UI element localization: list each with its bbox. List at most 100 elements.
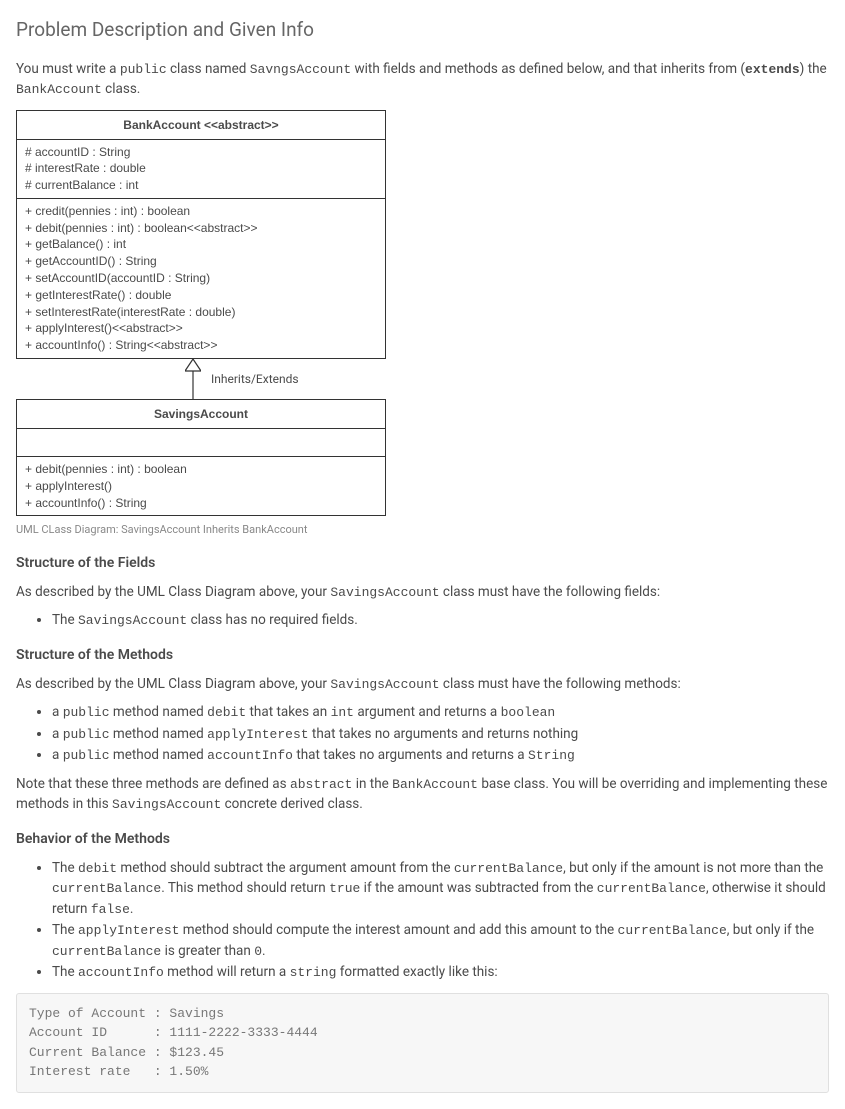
code-savingsaccount: SavingsAccount bbox=[330, 585, 439, 600]
text: method should compute the interest amoun… bbox=[179, 922, 617, 938]
behavior-list: The debit method should subtract the arg… bbox=[16, 858, 829, 983]
code-savingsaccount: SavingsAccount bbox=[330, 677, 439, 692]
text: that takes no arguments and returns a bbox=[293, 747, 528, 763]
uml-field: # accountID : String bbox=[25, 144, 377, 161]
fields-list: The SavingsAccount class has no required… bbox=[16, 610, 829, 631]
text: As described by the UML Class Diagram ab… bbox=[16, 584, 330, 600]
page-title: Problem Description and Given Info bbox=[16, 16, 829, 45]
uml-diagram: BankAccount <<abstract>> # accountID : S… bbox=[16, 110, 829, 517]
text: The bbox=[52, 612, 78, 628]
code-currentbalance: currentBalance bbox=[454, 861, 563, 876]
text: , but only if the bbox=[727, 922, 814, 938]
code-zero: 0 bbox=[254, 944, 262, 959]
text: is greater than bbox=[161, 943, 254, 959]
text: The bbox=[52, 922, 78, 938]
uml-bankaccount-fields: # accountID : String # interestRate : do… bbox=[17, 140, 385, 199]
uml-method: + getBalance() : int bbox=[25, 236, 377, 253]
text: that takes no arguments and returns noth… bbox=[309, 726, 579, 742]
code-extends: extends bbox=[745, 62, 800, 77]
text: concrete derived class. bbox=[221, 796, 363, 812]
fields-intro: As described by the UML Class Diagram ab… bbox=[16, 582, 829, 603]
uml-savingsaccount-box: SavingsAccount + debit(pennies : int) : … bbox=[16, 399, 386, 516]
text: that takes an bbox=[246, 704, 330, 720]
code-int: int bbox=[331, 705, 354, 720]
text: You must write a bbox=[16, 61, 120, 77]
text: method named bbox=[110, 747, 208, 763]
text: Note that these three methods are define… bbox=[16, 776, 290, 792]
uml-caption: UML CLass Diagram: SavingsAccount Inheri… bbox=[16, 522, 829, 539]
code-string: string bbox=[290, 965, 337, 980]
output-codeblock: Type of Account : Savings Account ID : 1… bbox=[16, 993, 829, 1093]
code-debit: debit bbox=[78, 861, 117, 876]
uml-bankaccount-methods: + credit(pennies : int) : boolean + debi… bbox=[17, 199, 385, 358]
list-item: The applyInterest method should compute … bbox=[52, 920, 829, 961]
text: The bbox=[52, 964, 78, 980]
text: a bbox=[52, 747, 63, 763]
behavior-heading: Behavior of the Methods bbox=[16, 829, 829, 850]
code-public: public bbox=[63, 705, 110, 720]
code-string: String bbox=[528, 748, 575, 763]
code-true: true bbox=[329, 881, 360, 896]
code-bankaccount: BankAccount bbox=[392, 777, 478, 792]
uml-method: + applyInterest() bbox=[25, 478, 377, 495]
intro-paragraph: You must write a public class named Savn… bbox=[16, 59, 829, 100]
uml-method: + accountInfo() : String<<abstract>> bbox=[25, 337, 377, 354]
code-boolean: boolean bbox=[501, 705, 556, 720]
uml-method: + getAccountID() : String bbox=[25, 253, 377, 270]
text: As described by the UML Class Diagram ab… bbox=[16, 676, 330, 692]
code-accountinfo: accountInfo bbox=[78, 965, 164, 980]
list-item: a public method named accountInfo that t… bbox=[52, 745, 829, 766]
code-public: public bbox=[63, 727, 110, 742]
list-item: The SavingsAccount class has no required… bbox=[52, 610, 829, 631]
uml-method: + getInterestRate() : double bbox=[25, 287, 377, 304]
arrow-up-icon bbox=[185, 359, 201, 399]
list-item: a public method named applyInterest that… bbox=[52, 724, 829, 745]
uml-savingsaccount-title: SavingsAccount bbox=[17, 400, 385, 429]
uml-savingsaccount-fields bbox=[17, 429, 385, 457]
code-public: public bbox=[120, 62, 167, 77]
code-debit: debit bbox=[207, 705, 246, 720]
list-item: The debit method should subtract the arg… bbox=[52, 858, 829, 920]
text: if the amount was subtracted from the bbox=[360, 880, 596, 896]
text: class has no required fields. bbox=[187, 612, 358, 628]
note-paragraph: Note that these three methods are define… bbox=[16, 774, 829, 815]
uml-method: + credit(pennies : int) : boolean bbox=[25, 203, 377, 220]
text: with fields and methods as defined below… bbox=[351, 61, 745, 77]
code-savngsaccount: SavngsAccount bbox=[250, 62, 351, 77]
uml-bankaccount-title: BankAccount <<abstract>> bbox=[17, 111, 385, 140]
arrow-graphic bbox=[16, 359, 201, 399]
methods-list: a public method named debit that takes a… bbox=[16, 702, 829, 766]
code-abstract: abstract bbox=[290, 777, 352, 792]
text: a bbox=[52, 726, 63, 742]
text: , but only if the amount is not more tha… bbox=[563, 860, 823, 876]
fields-heading: Structure of the Fields bbox=[16, 553, 829, 574]
text: class named bbox=[167, 61, 250, 77]
code-false: false bbox=[91, 902, 130, 917]
uml-method: + setInterestRate(interestRate : double) bbox=[25, 304, 377, 321]
list-item: a public method named debit that takes a… bbox=[52, 702, 829, 723]
text: The bbox=[52, 860, 78, 876]
text: formatted exactly like this: bbox=[336, 964, 497, 980]
uml-field: # currentBalance : int bbox=[25, 177, 377, 194]
code-applyinterest: applyInterest bbox=[207, 727, 308, 742]
code-accountinfo: accountInfo bbox=[207, 748, 293, 763]
text: method should subtract the argument amou… bbox=[117, 860, 454, 876]
code-currentbalance: currentBalance bbox=[597, 881, 706, 896]
code-currentbalance: currentBalance bbox=[618, 923, 727, 938]
code-public: public bbox=[63, 748, 110, 763]
methods-intro: As described by the UML Class Diagram ab… bbox=[16, 674, 829, 695]
uml-arrow-label: Inherits/Extends bbox=[201, 370, 299, 388]
uml-savingsaccount-methods: + debit(pennies : int) : boolean + apply… bbox=[17, 457, 385, 515]
code-savingsaccount: SavingsAccount bbox=[112, 797, 221, 812]
text: class. bbox=[102, 81, 141, 97]
uml-method: + applyInterest()<<abstract>> bbox=[25, 320, 377, 337]
text: . bbox=[262, 943, 266, 959]
code-bankaccount: BankAccount bbox=[16, 82, 102, 97]
methods-heading: Structure of the Methods bbox=[16, 645, 829, 666]
code-currentbalance: currentBalance bbox=[52, 881, 161, 896]
uml-method: + accountInfo() : String bbox=[25, 495, 377, 512]
text: a bbox=[52, 704, 63, 720]
code-currentbalance: currentBalance bbox=[52, 944, 161, 959]
uml-inherits-arrow: Inherits/Extends bbox=[16, 359, 386, 399]
text: ) the bbox=[800, 61, 827, 77]
